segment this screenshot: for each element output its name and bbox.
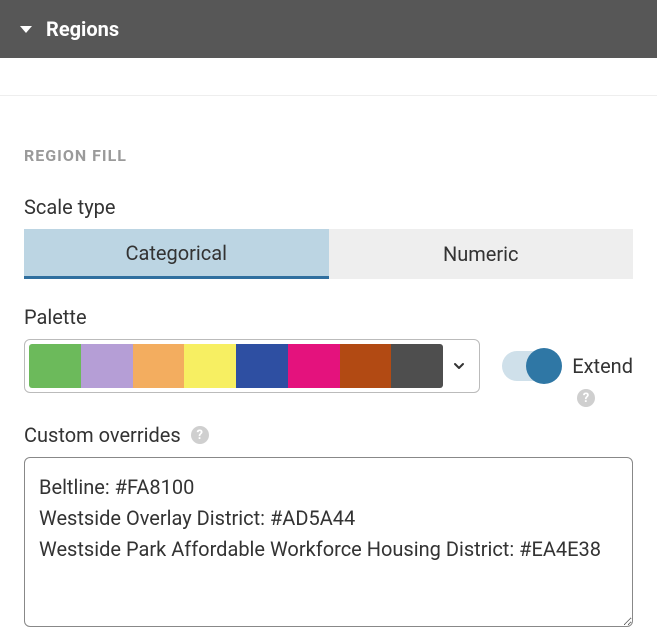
panel-header[interactable]: Regions — [0, 0, 657, 58]
palette-swatch — [29, 344, 81, 388]
chevron-down-icon — [443, 358, 475, 374]
tab-numeric[interactable]: Numeric — [329, 229, 634, 279]
tab-label: Categorical — [125, 241, 227, 265]
extend-toggle[interactable] — [502, 351, 560, 381]
tab-categorical[interactable]: Categorical — [24, 229, 329, 279]
overrides-label: Custom overrides — [24, 423, 181, 447]
palette-swatch — [391, 344, 443, 388]
scale-type-tabs: Categorical Numeric — [24, 229, 633, 279]
palette-swatch — [81, 344, 133, 388]
palette-swatch — [184, 344, 236, 388]
help-icon[interactable]: ? — [191, 426, 209, 444]
help-icon[interactable]: ? — [577, 389, 595, 407]
toggle-knob — [526, 348, 562, 384]
scale-type-label: Scale type — [24, 195, 633, 219]
chevron-down-icon — [20, 26, 32, 33]
palette-swatch — [236, 344, 288, 388]
tab-label: Numeric — [443, 242, 519, 266]
panel-title: Regions — [46, 17, 119, 41]
overrides-input[interactable] — [24, 457, 633, 627]
palette-select[interactable] — [24, 339, 480, 393]
extend-group: Extend ? — [502, 351, 633, 381]
palette-swatch — [340, 344, 392, 388]
spacer — [0, 58, 657, 96]
palette-swatch — [288, 344, 340, 388]
section-label: REGION FILL — [24, 146, 633, 165]
palette-swatch — [133, 344, 185, 388]
palette-swatches — [29, 344, 443, 388]
palette-label: Palette — [24, 305, 633, 329]
extend-label: Extend — [572, 354, 633, 378]
